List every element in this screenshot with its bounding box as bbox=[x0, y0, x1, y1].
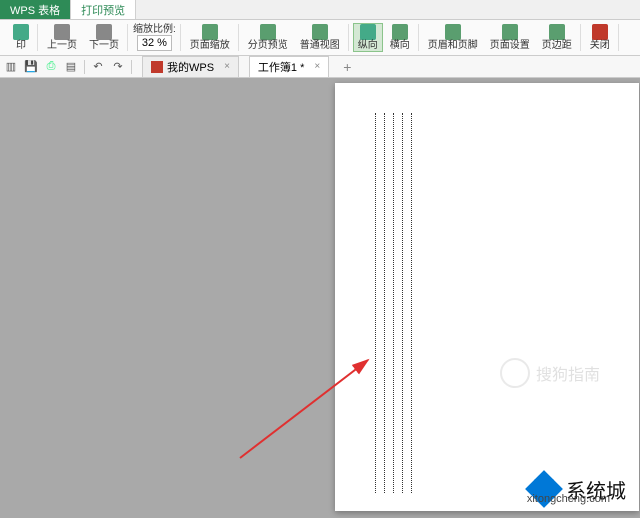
gridline bbox=[384, 113, 385, 493]
ribbon: 印 上一页 下一页 缩放比例: 32 % 页面缩放 分页预览 bbox=[0, 20, 640, 56]
next-page-icon bbox=[96, 24, 112, 40]
tab-close-icon[interactable]: × bbox=[314, 61, 320, 72]
quick-access-bar: ▥ 💾 ⎙ ▤ ↶ ↷ 我的WPS × 工作簿1 * × + bbox=[0, 56, 640, 78]
page-break-label: 分页预览 bbox=[248, 41, 288, 51]
prev-page-button[interactable]: 上一页 bbox=[43, 24, 81, 51]
separator bbox=[131, 60, 132, 74]
preview-workspace: 搜狗指南 系统城 xitongcheng.com bbox=[0, 78, 640, 511]
page-zoom-icon bbox=[202, 24, 218, 40]
header-footer-icon bbox=[445, 24, 461, 40]
page-setup-icon bbox=[502, 24, 518, 40]
prev-page-label: 上一页 bbox=[47, 41, 77, 51]
add-tab-button[interactable]: + bbox=[343, 59, 351, 75]
app-tab[interactable]: WPS 表格 bbox=[0, 0, 71, 19]
page-content-columns bbox=[375, 113, 412, 493]
portrait-icon bbox=[360, 24, 376, 40]
qat-print-icon[interactable]: ⎙ bbox=[44, 60, 58, 74]
next-page-button[interactable]: 下一页 bbox=[85, 24, 123, 51]
separator bbox=[84, 60, 85, 74]
printer-icon bbox=[13, 24, 29, 40]
page-break-icon bbox=[260, 24, 276, 40]
header-footer-button[interactable]: 页眉和页脚 bbox=[424, 24, 482, 51]
margins-button[interactable]: 页边距 bbox=[538, 24, 576, 51]
print-button[interactable]: 印 bbox=[9, 20, 33, 55]
prev-page-icon bbox=[54, 24, 70, 40]
doc-tab-label: 工作簿1 * bbox=[258, 59, 304, 75]
normal-view-label: 普通视图 bbox=[300, 41, 340, 51]
redo-button[interactable]: ↷ bbox=[111, 60, 125, 74]
print-label: 印 bbox=[16, 41, 26, 51]
gridline bbox=[402, 113, 403, 493]
doc-tab-workbook1[interactable]: 工作簿1 * × bbox=[249, 56, 329, 78]
undo-button[interactable]: ↶ bbox=[91, 60, 105, 74]
normal-view-icon bbox=[312, 24, 328, 40]
next-page-label: 下一页 bbox=[89, 41, 119, 51]
zoom-value[interactable]: 32 % bbox=[137, 35, 172, 51]
qat-icon-1[interactable]: ▥ bbox=[4, 60, 18, 74]
menu-tabs: WPS 表格 打印预览 bbox=[0, 0, 640, 20]
page-zoom-label: 页面缩放 bbox=[190, 41, 230, 51]
doc-tab-mywps[interactable]: 我的WPS × bbox=[142, 56, 239, 78]
print-preview-tab[interactable]: 打印预览 bbox=[71, 0, 136, 19]
tab-close-icon[interactable]: × bbox=[224, 61, 230, 72]
portrait-button[interactable]: 纵向 bbox=[354, 24, 382, 51]
zoom-label: 缩放比例: bbox=[133, 25, 176, 35]
preview-page bbox=[335, 83, 639, 511]
wps-icon bbox=[151, 61, 163, 73]
close-preview-button[interactable]: 关闭 bbox=[586, 20, 614, 55]
page-setup-button[interactable]: 页面设置 bbox=[486, 24, 534, 51]
qat-save-icon[interactable]: 💾 bbox=[24, 60, 38, 74]
landscape-label: 横向 bbox=[390, 41, 410, 51]
header-footer-label: 页眉和页脚 bbox=[428, 41, 478, 51]
margins-icon bbox=[549, 24, 565, 40]
gridline bbox=[411, 113, 412, 493]
doc-tab-label: 我的WPS bbox=[167, 59, 214, 75]
gridline bbox=[375, 113, 376, 493]
qat-preview-icon[interactable]: ▤ bbox=[64, 60, 78, 74]
close-label: 关闭 bbox=[590, 41, 610, 51]
landscape-button[interactable]: 横向 bbox=[386, 24, 414, 51]
gridline bbox=[393, 113, 394, 493]
close-icon bbox=[592, 24, 608, 40]
page-setup-label: 页面设置 bbox=[490, 41, 530, 51]
normal-view-button[interactable]: 普通视图 bbox=[296, 24, 344, 51]
page-zoom-button[interactable]: 页面缩放 bbox=[186, 20, 234, 55]
page-break-button[interactable]: 分页预览 bbox=[244, 24, 292, 51]
margins-label: 页边距 bbox=[542, 41, 572, 51]
landscape-icon bbox=[392, 24, 408, 40]
portrait-label: 纵向 bbox=[358, 41, 378, 51]
